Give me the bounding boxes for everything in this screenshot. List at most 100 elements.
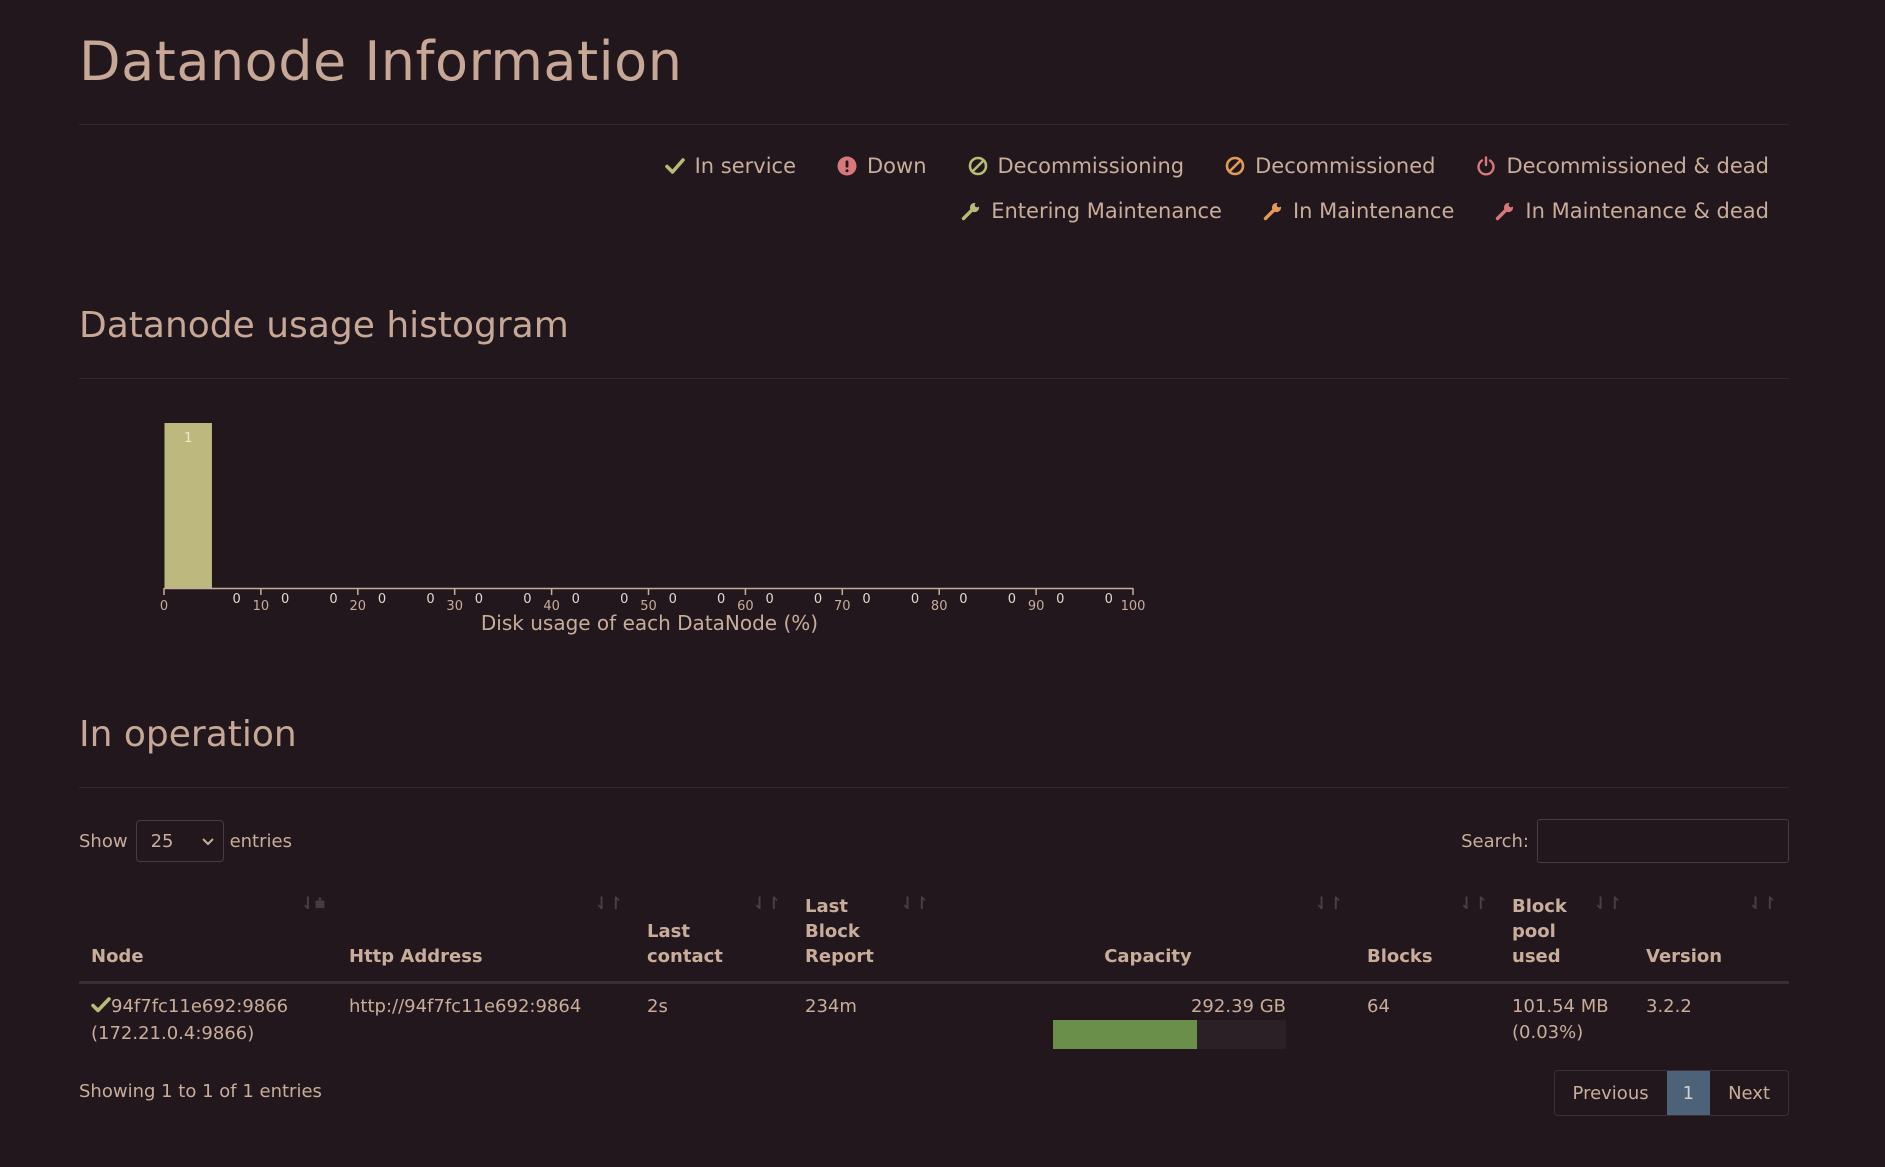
legend-in-maintenance: In Maintenance	[1262, 199, 1454, 223]
table-info: Showing 1 to 1 of 1 entries	[79, 1081, 322, 1102]
pagination: Previous 1 Next	[1553, 1070, 1789, 1116]
node-ip: (172.21.0.4:9866)	[91, 1023, 255, 1044]
node-name: 94f7fc11e692:9866	[111, 996, 289, 1017]
column-header-blocks[interactable]: ⇃↾ Blocks	[1355, 888, 1500, 984]
histogram-bar-label: 0	[233, 592, 241, 607]
legend-entering-maintenance: Entering Maintenance	[960, 199, 1222, 223]
sort-icon: ⇃↾	[1459, 894, 1489, 914]
sort-icon: ⇃↾	[1593, 894, 1623, 914]
cell-last-contact: 2s	[647, 996, 668, 1017]
legend-in-maintenance-dead: In Maintenance & dead	[1494, 199, 1769, 223]
table-row: 94f7fc11e692:9866 (172.21.0.4:9866) http…	[79, 983, 1789, 1058]
page-size-control: Show 25 entries	[79, 818, 292, 864]
histogram-bar-label: 0	[959, 592, 967, 607]
column-header-version[interactable]: ⇃↾ Version	[1634, 888, 1789, 984]
x-tick-label: 100	[1121, 599, 1146, 614]
wrench-icon	[960, 200, 982, 222]
check-icon	[91, 995, 111, 1021]
x-tick-label: 80	[931, 599, 948, 614]
histogram-bar-label: 0	[426, 592, 434, 607]
search-input[interactable]	[1537, 819, 1789, 863]
power-icon	[1475, 155, 1497, 177]
cell-version: 3.2.2	[1646, 996, 1692, 1017]
column-header-node[interactable]: ⇃⩧ Node	[79, 888, 337, 984]
legend-decommissioned: Decommissioned	[1224, 154, 1435, 178]
ban-icon	[967, 155, 989, 177]
x-axis-title: Disk usage of each DataNode (%)	[481, 611, 818, 635]
title-divider	[79, 124, 1789, 125]
sort-icon: ⇃↾	[594, 894, 624, 914]
capacity-bar	[1053, 1020, 1286, 1049]
table-header-row: ⇃⩧ Node ⇃↾ Http Address ⇃↾ Last contact ⇃↾ L…	[79, 888, 1789, 984]
histogram-bar-label: 0	[814, 592, 822, 607]
page-size-select[interactable]: 25	[135, 820, 224, 862]
histogram-bar-label: 0	[1056, 592, 1064, 607]
histogram-divider	[79, 378, 1789, 379]
wrench-icon	[1262, 200, 1284, 222]
sort-icon: ⇃↾	[752, 894, 782, 914]
block-pool-used-percent: (0.03%)	[1512, 1022, 1584, 1043]
chevron-down-icon	[201, 831, 215, 852]
x-tick-label: 20	[350, 599, 367, 614]
x-tick-label: 10	[253, 599, 270, 614]
legend-in-service: In service	[664, 154, 796, 178]
page-1-button[interactable]: 1	[1666, 1071, 1711, 1115]
capacity-value: 292.39 GB	[1190, 996, 1286, 1017]
legend-row-1: In service Down Decommissioning Decommis…	[624, 154, 1769, 178]
legend-decommissioned-dead: Decommissioned & dead	[1475, 154, 1769, 178]
histogram-bar-label: 0	[378, 592, 386, 607]
column-header-last-block-report[interactable]: ⇃↾ Last Block Report	[793, 888, 941, 984]
ban-icon	[1224, 155, 1246, 177]
column-header-http-address[interactable]: ⇃↾ Http Address	[337, 888, 635, 984]
sort-ascending-icon: ⇃⩧	[300, 894, 325, 914]
search-label: Search:	[1461, 830, 1529, 852]
cell-capacity: 292.39 GB	[941, 983, 1355, 1058]
show-label: Show	[79, 830, 128, 852]
sort-icon: ⇃↾	[900, 894, 930, 914]
column-header-block-pool-used[interactable]: ⇃↾ Block pool used	[1500, 888, 1634, 984]
histogram-bar-label: 0	[475, 592, 483, 607]
usage-histogram-chart: 10 0 0 0 0 0 0 0 0 0 0 0 0 0 0 0 0 0 00 10 20 30 40 50 60 70 80 90 1…	[160, 423, 1146, 635]
page-title: Datanode Information	[79, 30, 683, 93]
operation-heading: In operation	[79, 714, 297, 755]
cell-blocks: 64	[1367, 996, 1390, 1017]
column-header-capacity[interactable]: ⇃↾ Capacity	[941, 888, 1355, 984]
histogram-bar-label: 0	[717, 592, 725, 607]
histogram-bar-label: 0	[669, 592, 677, 607]
histogram-bar-label: 0	[329, 592, 337, 607]
x-tick-label: 70	[834, 599, 851, 614]
sort-icon: ⇃↾	[1314, 894, 1344, 914]
legend-row-2: Entering Maintenance In Maintenance In M…	[920, 199, 1769, 223]
search-control: Search:	[1461, 818, 1789, 864]
http-address-link[interactable]: http://94f7fc11e692:9864	[349, 996, 581, 1017]
legend-down: Down	[836, 154, 927, 178]
wrench-icon	[1494, 200, 1516, 222]
histogram-bar-label: 0	[523, 592, 531, 607]
capacity-bar-fill	[1053, 1020, 1198, 1049]
histogram-bar-label: 1	[184, 431, 192, 446]
cell-node: 94f7fc11e692:9866 (172.21.0.4:9866)	[79, 983, 337, 1058]
page-size-value: 25	[150, 830, 174, 852]
histogram-heading: Datanode usage histogram	[79, 305, 569, 346]
sort-icon: ⇃↾	[1748, 894, 1778, 914]
histogram-bar-label: 0	[862, 592, 870, 607]
legend-decommissioning: Decommissioning	[967, 154, 1184, 178]
column-header-last-contact[interactable]: ⇃↾ Last contact	[635, 888, 793, 984]
next-button[interactable]: Next	[1710, 1071, 1788, 1115]
histogram-bar-label: 0	[1008, 592, 1016, 607]
histogram-bar-label: 0	[911, 592, 919, 607]
x-tick-label: 0	[160, 599, 168, 614]
usage-histogram: 1 0 0 0 0 0 0 0 0 0 0 0 0 0 0 0 0 0 0 0 0 10 20 30 40 50 60 70 80 90 1…	[119, 405, 1159, 644]
histogram-bar-label: 0	[281, 592, 289, 607]
histogram-bar-label: 0	[765, 592, 773, 607]
datanode-table: ⇃⩧ Node ⇃↾ Http Address ⇃↾ Last contact ⇃↾ L…	[79, 888, 1789, 1057]
cell-last-block-report: 234m	[805, 996, 857, 1017]
histogram-bar-label: 0	[1105, 592, 1113, 607]
histogram-bar	[164, 423, 212, 588]
histogram-bar-label: 0	[620, 592, 628, 607]
cell-http-address: http://94f7fc11e692:9864	[337, 983, 635, 1058]
cell-block-pool-used: 101.54 MB (0.03%)	[1500, 983, 1634, 1058]
previous-button[interactable]: Previous	[1555, 1071, 1667, 1115]
block-pool-used-value: 101.54 MB	[1512, 996, 1609, 1017]
x-tick-label: 90	[1028, 599, 1045, 614]
